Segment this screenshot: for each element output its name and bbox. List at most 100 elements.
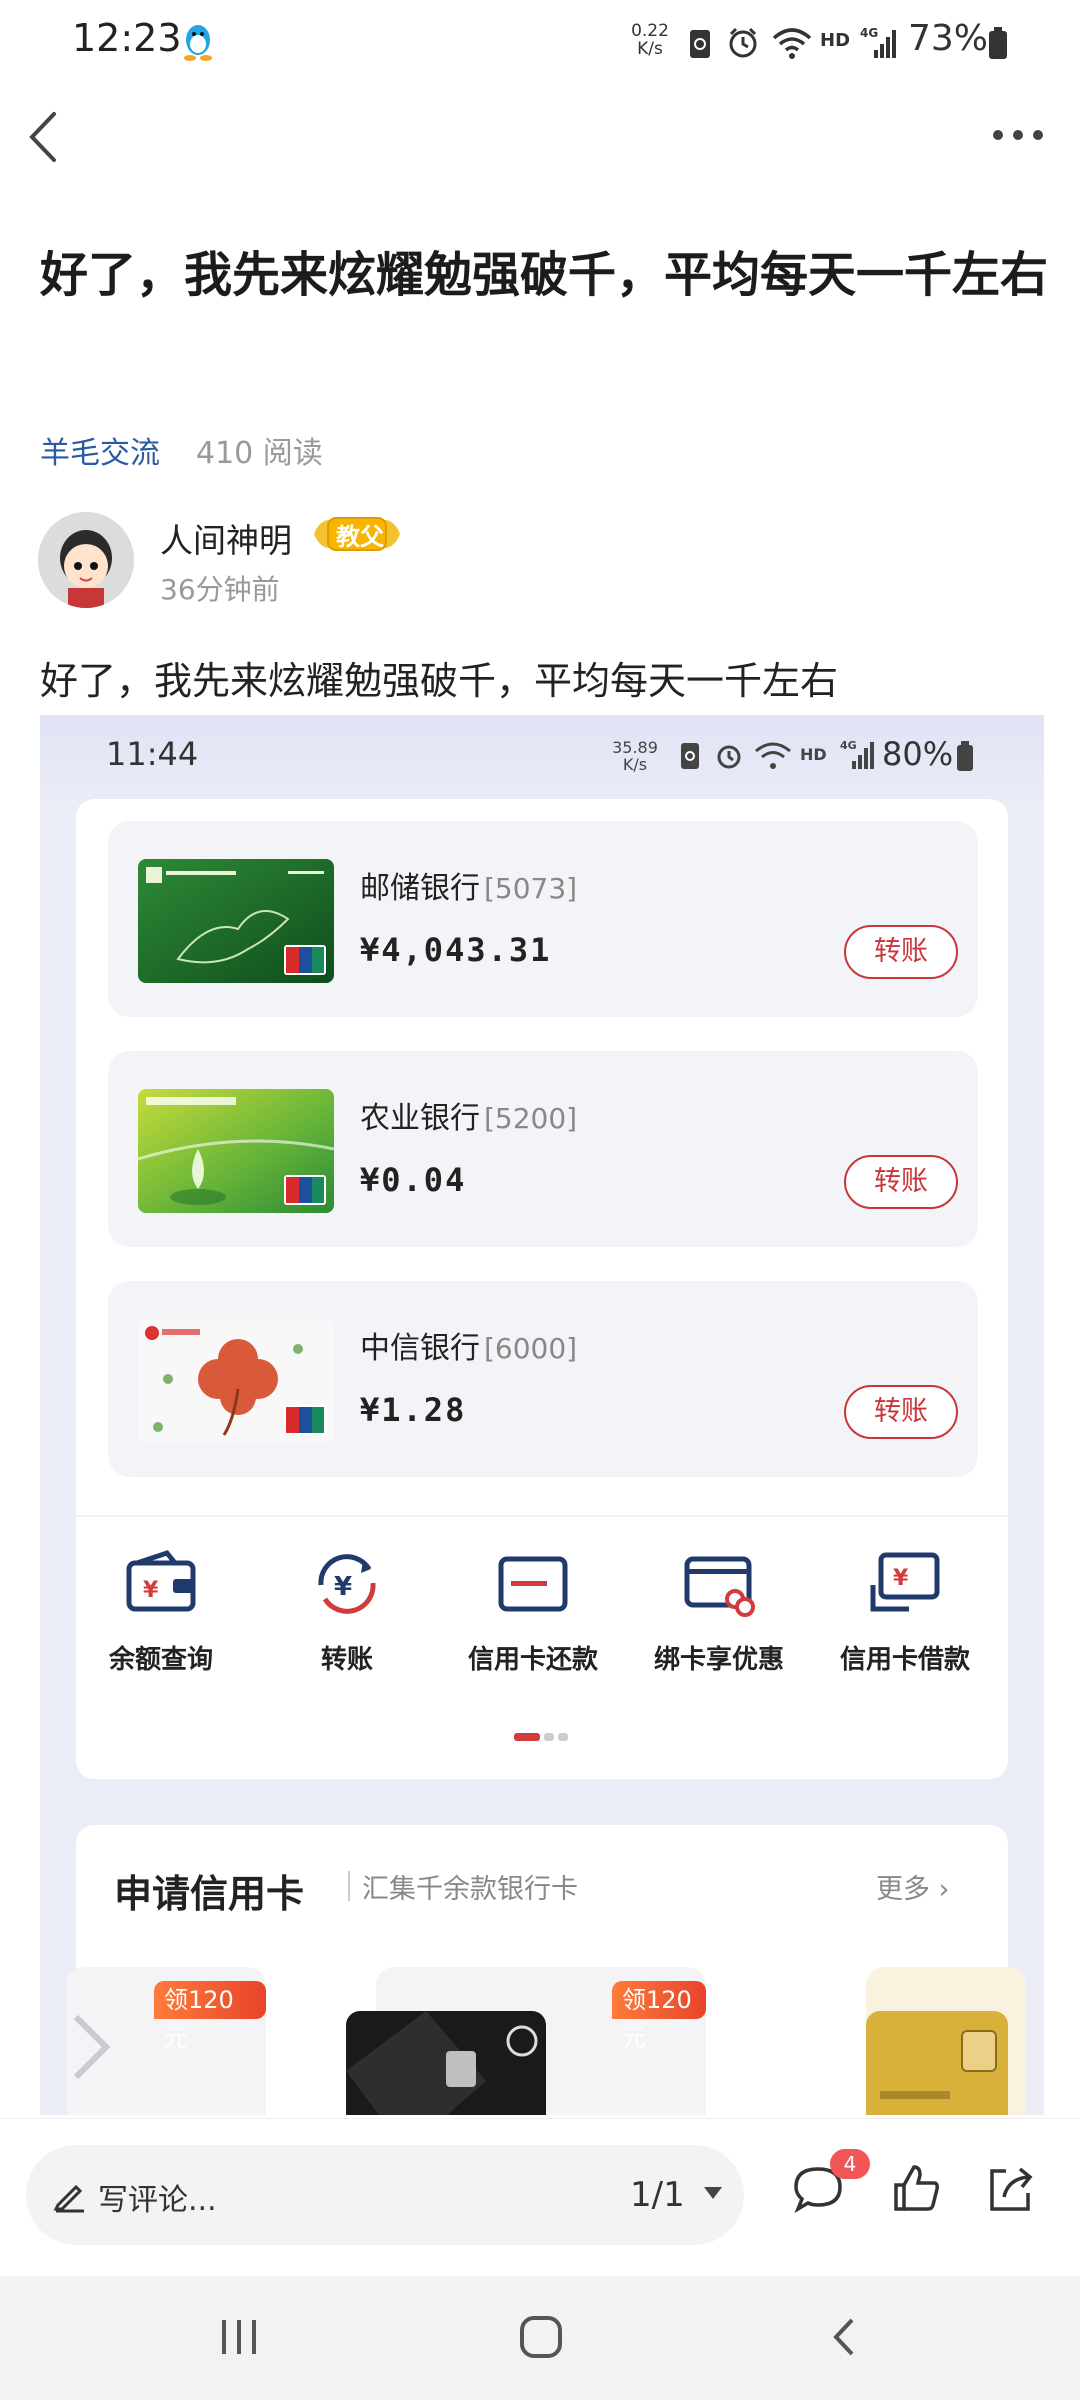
category-tag-link[interactable]: 羊毛交流 [40,428,160,472]
cartoon-avatar-icon [38,512,134,608]
embedded-status-time: 11:44 [106,735,199,773]
more-options-icon[interactable] [990,120,1046,150]
function-label: 绑卡享优惠 [653,1645,784,1675]
comment-count-badge: 4 [830,2149,870,2179]
transfer-yuan-icon: ¥ [318,1554,376,1614]
wifi-icon [772,28,812,59]
citic-black-card-image [346,2011,546,2115]
embedded-screenshot[interactable]: 11:44 35.89 K/s HD 4G 80% 邮储银行 [5073] ¥4… [40,715,1044,2115]
comment-input[interactable]: 写评论... 1/1 [26,2145,744,2245]
bank-name: 农业银行 [5200] [360,1101,578,1136]
network-speed: 0.22 K/s [631,21,669,59]
credit-card-promo[interactable]: 领120元 [346,1967,706,2115]
credit-card-apply-panel: 申请信用卡 汇集千余款银行卡 更多 › 领120元 领120元 [66,1825,1026,2115]
credit-card-promo[interactable] [866,1967,1026,2115]
credit-card-promo[interactable]: 领120元 [66,1967,266,2115]
abc-bank-card-image [138,1089,334,1213]
post-title: 好了，我先来炫耀勉强破千，平均每天一千左右 [40,247,1049,303]
embedded-wifi-icon [755,742,791,769]
share-icon[interactable] [982,2161,1038,2217]
svg-text:¥: ¥ [143,1578,159,1603]
embedded-battery-icon [957,741,973,771]
card-balance: ¥1.28 [360,1391,467,1429]
function-credit-repay[interactable]: 信用卡还款 [458,1549,608,1676]
badge-label: 教父 [336,523,384,551]
function-transfer[interactable]: ¥ 转账 [272,1549,422,1676]
status-time: 12:23 [72,16,182,60]
function-bind-card[interactable]: 绑卡享优惠 [644,1549,794,1676]
embedded-alarm-icon [717,745,741,769]
bank-cards-panel: 邮储银行 [5073] ¥4,043.31 转账 农业银行 [5200] ¥0.04 [76,799,1008,1779]
pager-dot-active [514,1733,540,1741]
embedded-recycle-icon [681,743,699,769]
gold-card-image [866,2011,1008,2115]
card-loan-icon: ¥ [870,1552,940,1612]
chevron-right-icon: › [938,1874,950,1905]
home-icon[interactable] [518,2314,564,2360]
back-arrow-icon[interactable] [20,104,70,170]
function-label: 信用卡还款 [467,1645,598,1675]
pager-dot [544,1733,554,1741]
section-divider [76,1515,1008,1517]
recycle-icon [690,30,710,58]
page-indicator[interactable]: 1/1 [630,2175,685,2215]
signal-4g-icon: 4G [860,26,896,58]
pencil-icon [53,2184,84,2213]
battery-percent: 73% [908,18,989,59]
embedded-network-speed: 35.89 K/s [612,738,658,774]
pager-dot [558,1733,568,1741]
credit-section-subtitle: 汇集千余款银行卡 [362,1874,578,1905]
embedded-signal-icon: 4G [840,739,874,769]
hd-indicator: HD [820,30,851,51]
more-link[interactable]: 更多 › [876,1867,949,1906]
embedded-battery-percent: 80% [882,735,954,773]
bank-logo-faded-icon [73,2014,111,2080]
battery-icon [989,27,1007,59]
status-bar: 12:23 0.22 K/s HD 4G 73% [0,0,1080,86]
author-name[interactable]: 人间神明 [160,514,292,562]
embedded-hd-indicator: HD [800,745,827,764]
card-balance: ¥4,043.31 [360,931,552,969]
bank-card-row[interactable]: 邮储银行 [5073] ¥4,043.31 转账 [108,821,978,1017]
citic-bank-card-image [138,1319,334,1443]
transfer-button[interactable]: 转账 [844,925,958,979]
author-rank-badge: 教父 [310,512,404,556]
svg-text:¥: ¥ [893,1566,909,1591]
promo-tag: 领120元 [612,1981,706,2052]
wallet-icon: ¥ [126,1550,196,1612]
post-time: 36分钟前 [160,573,280,606]
credit-section-title: 申请信用卡 [114,1872,305,1916]
function-card-loan[interactable]: ¥ 信用卡借款 [830,1549,980,1676]
credit-card-icon [498,1556,568,1612]
bank-card-row[interactable]: 中信银行 [6000] ¥1.28 转账 [108,1281,978,1477]
bank-name: 邮储银行 [5073] [360,871,578,906]
svg-text:4G: 4G [860,26,878,40]
bank-card-row[interactable]: 农业银行 [5200] ¥0.04 转账 [108,1051,978,1247]
bind-card-icon [684,1556,755,1617]
promo-tag: 领120元 [154,1981,266,2052]
function-balance-query[interactable]: ¥ 余额查询 [86,1549,236,1676]
comment-action-bar: 写评论... 1/1 4 [0,2118,1080,2277]
qq-penguin-icon [184,25,212,61]
svg-text:4G: 4G [840,739,857,752]
alarm-icon [729,27,757,58]
recent-apps-icon[interactable] [216,2314,262,2360]
function-label: 信用卡借款 [839,1645,970,1675]
title-separator [348,1871,350,1901]
postal-bank-card-image [138,859,334,983]
transfer-button[interactable]: 转账 [844,1155,958,1209]
comment-placeholder: 写评论... [98,2183,217,2218]
function-label: 余额查询 [108,1645,213,1675]
thumbs-up-icon[interactable] [888,2161,944,2217]
bank-name: 中信银行 [6000] [360,1331,578,1366]
read-count: 410 阅读 [196,436,323,471]
author-avatar[interactable] [38,512,134,608]
system-navigation-bar [0,2276,1080,2400]
system-back-icon[interactable] [822,2314,868,2360]
transfer-button[interactable]: 转账 [844,1385,958,1439]
svg-text:¥: ¥ [334,1572,352,1602]
card-balance: ¥0.04 [360,1161,467,1199]
caret-down-icon[interactable] [702,2185,724,2201]
post-body-text: 好了，我先来炫耀勉强破千，平均每天一千左右 [40,659,839,703]
function-label: 转账 [320,1645,373,1675]
